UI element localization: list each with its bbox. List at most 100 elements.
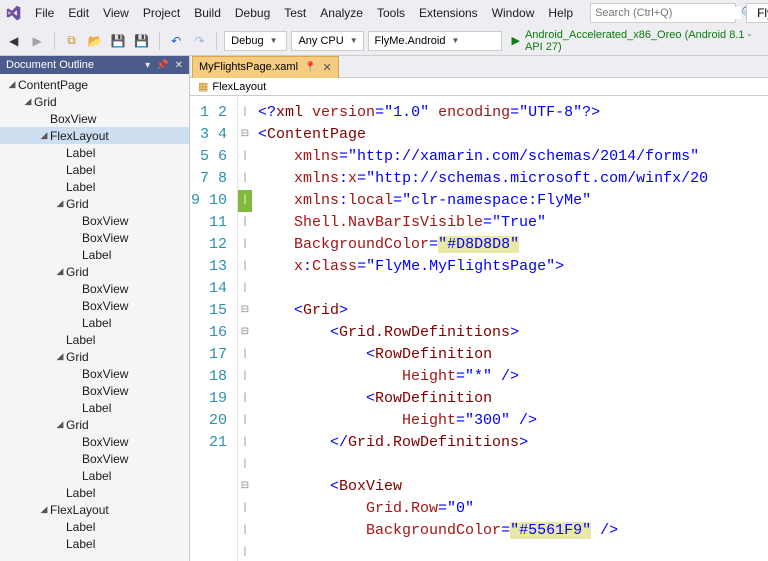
menu-test[interactable]: Test bbox=[277, 3, 313, 23]
tree-node-boxview[interactable]: BoxView bbox=[0, 280, 189, 297]
tree-label: Label bbox=[82, 401, 111, 415]
menu-build[interactable]: Build bbox=[187, 3, 228, 23]
tree-label: BoxView bbox=[82, 299, 128, 313]
chevron-down-icon: ▼ bbox=[350, 36, 358, 45]
tree-label: BoxView bbox=[82, 214, 128, 228]
scope-label: FlexLayout bbox=[212, 81, 266, 93]
tree-node-boxview[interactable]: BoxView bbox=[0, 365, 189, 382]
open-icon[interactable]: 📂 bbox=[85, 30, 104, 52]
menu-extensions[interactable]: Extensions bbox=[412, 3, 485, 23]
document-outline-panel: Document Outline ▾ 📌 ✕ ◢ContentPage◢Grid… bbox=[0, 56, 190, 561]
save-all-icon[interactable]: 💾 bbox=[132, 30, 151, 52]
tree-label: BoxView bbox=[82, 384, 128, 398]
fold-margin[interactable]: |⊟|||||||⊟⊟||||||⊟||| bbox=[238, 96, 252, 561]
new-project-icon[interactable]: ⧉ bbox=[62, 30, 81, 52]
close-icon[interactable]: ✕ bbox=[175, 60, 183, 71]
tree-label: BoxView bbox=[82, 452, 128, 466]
tree-node-boxview[interactable]: BoxView bbox=[0, 212, 189, 229]
tree-node-contentpage[interactable]: ◢ContentPage bbox=[0, 76, 189, 93]
tree-label: Label bbox=[66, 537, 95, 551]
tree-label: Label bbox=[66, 486, 95, 500]
tree-label: Label bbox=[82, 248, 111, 262]
outline-tree[interactable]: ◢ContentPage◢GridBoxView◢FlexLayoutLabel… bbox=[0, 74, 189, 561]
tree-label: Label bbox=[66, 520, 95, 534]
scope-icon: ▦ bbox=[198, 80, 208, 93]
nav-back-icon[interactable]: ◀ bbox=[4, 30, 23, 52]
startup-project-dropdown[interactable]: FlyMe.Android▼ bbox=[368, 31, 502, 51]
tree-node-label[interactable]: Label bbox=[0, 314, 189, 331]
tree-node-label[interactable]: Label bbox=[0, 467, 189, 484]
tree-label: Label bbox=[66, 180, 95, 194]
tree-node-flexlayout[interactable]: ◢FlexLayout bbox=[0, 501, 189, 518]
standard-toolbar: ◀ ▶ ⧉ 📂 💾 💾 ↶ ↷ Debug▼ Any CPU▼ FlyMe.An… bbox=[0, 26, 768, 56]
menu-view[interactable]: View bbox=[96, 3, 136, 23]
solution-button[interactable]: FlyMe bbox=[746, 3, 768, 23]
close-icon[interactable]: ✕ bbox=[323, 61, 332, 74]
menu-file[interactable]: File bbox=[28, 3, 61, 23]
menu-window[interactable]: Window bbox=[485, 3, 542, 23]
start-debug-button[interactable]: ▶ Android_Accelerated_x86_Oreo (Android … bbox=[506, 30, 764, 52]
document-tab[interactable]: MyFlightsPage.xaml 📍 ✕ bbox=[192, 56, 339, 78]
tree-node-label[interactable]: Label bbox=[0, 535, 189, 552]
tree-node-boxview[interactable]: BoxView bbox=[0, 110, 189, 127]
pin-icon[interactable]: 📍 bbox=[304, 62, 316, 73]
tree-node-label[interactable]: Label bbox=[0, 178, 189, 195]
menu-edit[interactable]: Edit bbox=[61, 3, 96, 23]
tree-label: Label bbox=[82, 316, 111, 330]
tree-node-grid[interactable]: ◢Grid bbox=[0, 195, 189, 212]
tree-node-boxview[interactable]: BoxView bbox=[0, 382, 189, 399]
panel-menu-icon[interactable]: ▾ bbox=[145, 60, 150, 71]
redo-icon[interactable]: ↷ bbox=[190, 30, 209, 52]
tree-node-boxview[interactable]: BoxView bbox=[0, 433, 189, 450]
chevron-down-icon: ▼ bbox=[451, 36, 459, 45]
tree-label: ContentPage bbox=[18, 78, 88, 92]
tree-node-grid[interactable]: ◢Grid bbox=[0, 416, 189, 433]
tree-label: BoxView bbox=[82, 231, 128, 245]
menu-tools[interactable]: Tools bbox=[370, 3, 412, 23]
tree-node-label[interactable]: Label bbox=[0, 518, 189, 535]
tree-node-label[interactable]: Label bbox=[0, 144, 189, 161]
menu-analyze[interactable]: Analyze bbox=[313, 3, 370, 23]
tree-label: FlexLayout bbox=[50, 503, 109, 517]
platform-dropdown[interactable]: Any CPU▼ bbox=[291, 31, 363, 51]
tree-node-boxview[interactable]: BoxView bbox=[0, 450, 189, 467]
chevron-down-icon: ▼ bbox=[270, 36, 278, 45]
undo-icon[interactable]: ↶ bbox=[166, 30, 185, 52]
tree-label: Grid bbox=[66, 418, 89, 432]
menu-project[interactable]: Project bbox=[136, 3, 187, 23]
tree-node-label[interactable]: Label bbox=[0, 246, 189, 263]
tree-node-label[interactable]: Label bbox=[0, 161, 189, 178]
tree-label: Label bbox=[66, 146, 95, 160]
tree-label: BoxView bbox=[82, 367, 128, 381]
quick-search[interactable]: 🔍 bbox=[590, 3, 736, 23]
tree-label: Label bbox=[82, 469, 111, 483]
configuration-dropdown[interactable]: Debug▼ bbox=[224, 31, 287, 51]
tree-node-label[interactable]: Label bbox=[0, 484, 189, 501]
tree-label: BoxView bbox=[50, 112, 96, 126]
tree-label: Grid bbox=[66, 197, 89, 211]
save-icon[interactable]: 💾 bbox=[109, 30, 128, 52]
pin-icon[interactable]: 📌 bbox=[156, 60, 168, 71]
menu-debug[interactable]: Debug bbox=[228, 3, 277, 23]
menu-help[interactable]: Help bbox=[541, 3, 580, 23]
tree-label: Grid bbox=[34, 95, 57, 109]
tree-label: FlexLayout bbox=[50, 129, 109, 143]
tree-node-grid[interactable]: ◢Grid bbox=[0, 93, 189, 110]
code-editor-area: MyFlightsPage.xaml 📍 ✕ ▦ FlexLayout 1 2 … bbox=[190, 56, 768, 561]
search-input[interactable] bbox=[591, 7, 741, 19]
tree-node-boxview[interactable]: BoxView bbox=[0, 297, 189, 314]
line-number-gutter: 1 2 3 4 5 6 7 8 9 10 11 12 13 14 15 16 1… bbox=[190, 96, 238, 561]
tree-label: Grid bbox=[66, 265, 89, 279]
tree-node-grid[interactable]: ◢Grid bbox=[0, 348, 189, 365]
tree-node-boxview[interactable]: BoxView bbox=[0, 229, 189, 246]
nav-forward-icon[interactable]: ▶ bbox=[27, 30, 46, 52]
tree-node-flexlayout[interactable]: ◢FlexLayout bbox=[0, 127, 189, 144]
panel-header[interactable]: Document Outline ▾ 📌 ✕ bbox=[0, 56, 189, 74]
tree-node-label[interactable]: Label bbox=[0, 399, 189, 416]
code-text-area[interactable]: <?xml version="1.0" encoding="UTF-8"?> <… bbox=[252, 96, 768, 561]
tree-label: Label bbox=[66, 163, 95, 177]
tree-node-grid[interactable]: ◢Grid bbox=[0, 263, 189, 280]
tree-node-label[interactable]: Label bbox=[0, 331, 189, 348]
navigation-bar[interactable]: ▦ FlexLayout bbox=[190, 78, 768, 96]
tree-label: BoxView bbox=[82, 282, 128, 296]
